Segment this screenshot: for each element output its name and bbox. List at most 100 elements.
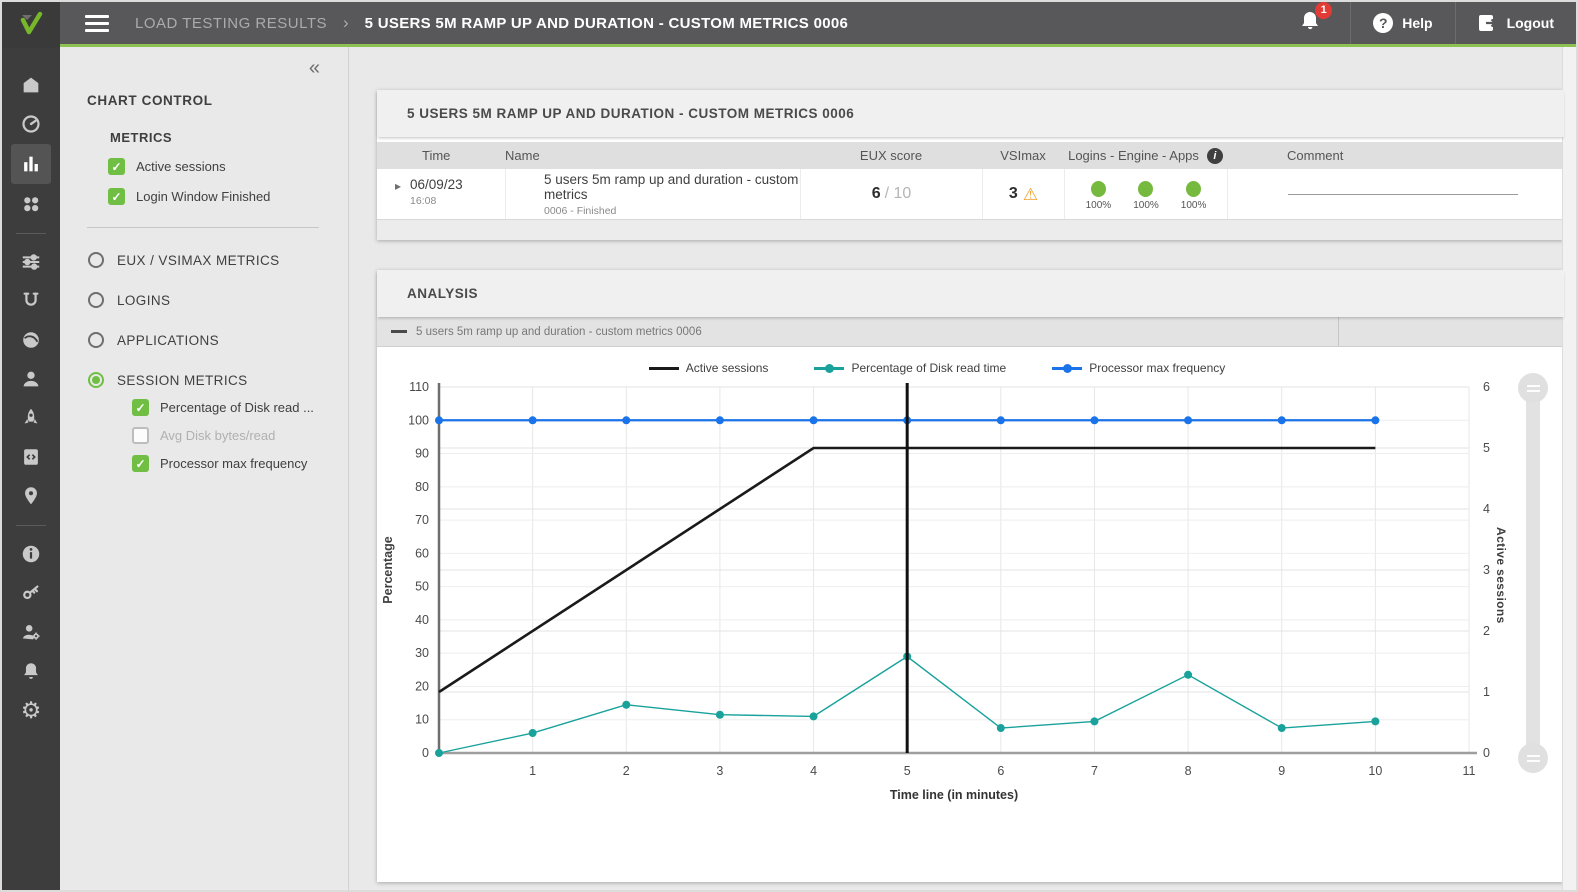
slider-handle-bottom[interactable] [1518, 743, 1548, 773]
status-dot-apps [1186, 181, 1201, 197]
breadcrumb[interactable]: LOAD TESTING RESULTS [135, 15, 327, 32]
svg-text:6: 6 [997, 764, 1004, 778]
legend-swatch-icon [649, 367, 679, 370]
globe-icon[interactable] [11, 321, 51, 359]
radio-label: APPLICATIONS [117, 333, 219, 348]
apps-icon[interactable] [11, 185, 51, 223]
svg-text:8: 8 [1185, 764, 1192, 778]
radio-icon[interactable] [88, 252, 104, 268]
rocket-icon[interactable] [11, 399, 51, 437]
legend-item[interactable]: Percentage of Disk read time [814, 361, 1006, 375]
svg-text:40: 40 [415, 613, 429, 627]
collapse-panel-icon[interactable]: « [309, 57, 320, 80]
bar-chart-icon[interactable] [11, 144, 51, 184]
slider-handle-top[interactable] [1518, 373, 1548, 403]
dashboard-gauge-icon[interactable] [11, 105, 51, 143]
series-tab[interactable]: 5 users 5m ramp up and duration - custom… [377, 317, 1339, 346]
apps-status: 100% [1181, 177, 1207, 211]
chart-area: Active sessions Percentage of Disk read t… [377, 347, 1564, 881]
svg-text:100: 100 [408, 413, 429, 427]
status-dot-logins [1091, 181, 1106, 197]
info-icon[interactable] [11, 535, 51, 573]
location-pin-icon[interactable] [11, 477, 51, 515]
svg-text:5: 5 [1483, 441, 1490, 455]
notifications-bell-icon[interactable]: 1 [1298, 9, 1322, 38]
column-header-eux-score[interactable]: EUX score [800, 148, 982, 163]
chart-legend: Active sessions Percentage of Disk read t… [377, 347, 1497, 375]
legend-item[interactable]: Processor max frequency [1052, 361, 1225, 375]
svg-text:10: 10 [415, 713, 429, 727]
panel-divider [87, 227, 319, 228]
main-content: 5 USERS 5M RAMP UP AND DURATION - CUSTOM… [349, 47, 1562, 890]
radio-icon[interactable] [88, 292, 104, 308]
session-metric-checkbox[interactable]: ✓Percentage of Disk read ... [132, 399, 348, 416]
notification-badge: 1 [1315, 2, 1332, 19]
checkbox-icon[interactable]: ✓ [108, 158, 125, 175]
row-date: 06/09/23 [410, 177, 463, 192]
column-header-logins-engine-apps[interactable]: Logins - Engine - Apps i [1064, 148, 1227, 164]
session-metric-checkbox[interactable]: Avg Disk bytes/read [132, 427, 348, 444]
column-header-time[interactable]: Time [377, 148, 505, 163]
row-test-name: 5 users 5m ramp up and duration - custom… [544, 172, 800, 202]
column-header-name[interactable]: Name [505, 148, 800, 163]
svg-text:9: 9 [1278, 764, 1285, 778]
logout-button[interactable]: Logout [1456, 2, 1576, 44]
expand-row-icon[interactable]: ▸ [395, 179, 401, 219]
radio-label: LOGINS [117, 293, 170, 308]
metric-checkbox[interactable]: ✓Login Window Finished [108, 188, 348, 205]
svg-text:6: 6 [1483, 380, 1490, 394]
accent-line [60, 44, 1576, 47]
metric-group-radio[interactable]: LOGINS [88, 292, 348, 308]
help-icon: ? [1373, 13, 1393, 33]
legend-dot-icon [1063, 364, 1072, 373]
page-scrollbar[interactable] [1562, 47, 1576, 890]
session-metric-checkbox[interactable]: ✓Processor max frequency [132, 455, 348, 472]
comment-input[interactable] [1288, 194, 1518, 195]
app-logo[interactable] [2, 2, 60, 48]
info-icon[interactable]: i [1207, 148, 1223, 164]
logout-label: Logout [1507, 15, 1554, 31]
checkbox-icon[interactable]: ✓ [132, 399, 149, 416]
help-button[interactable]: ? Help [1351, 2, 1454, 44]
rail-divider [16, 525, 46, 526]
page-title: 5 USERS 5M RAMP UP AND DURATION - CUSTOM… [365, 15, 848, 32]
settings-gear-icon[interactable]: ⚙ [11, 691, 51, 729]
menu-icon[interactable] [85, 15, 109, 32]
column-header-comment[interactable]: Comment [1227, 148, 1564, 163]
radio-label: EUX / VSIMAX METRICS [117, 253, 280, 268]
radio-icon[interactable] [88, 372, 104, 388]
user-settings-icon[interactable] [11, 613, 51, 651]
checkbox-icon[interactable]: ✓ [132, 455, 149, 472]
checkbox-icon[interactable] [132, 427, 149, 444]
svg-text:10: 10 [1368, 764, 1382, 778]
slider-track[interactable] [1526, 383, 1540, 763]
svg-text:110: 110 [409, 380, 429, 394]
series-swatch-icon [391, 330, 407, 333]
svg-text:4: 4 [810, 764, 817, 778]
key-icon[interactable] [11, 574, 51, 612]
series-tab-label: 5 users 5m ramp up and duration - custom… [416, 326, 702, 338]
flow-pipe-icon[interactable] [11, 282, 51, 320]
tune-sliders-icon[interactable] [11, 243, 51, 281]
eux-score-max: / 10 [885, 185, 912, 203]
home-icon[interactable] [11, 66, 51, 104]
table-row[interactable]: ▸ 06/09/23 16:08 5 users 5m ramp up and … [377, 169, 1564, 219]
notifications-icon[interactable] [11, 652, 51, 690]
metric-group-radio[interactable]: SESSION METRICS [88, 372, 348, 388]
metric-checkbox[interactable]: ✓Active sessions [108, 158, 348, 175]
legend-item[interactable]: Active sessions [649, 361, 769, 375]
user-icon[interactable] [11, 360, 51, 398]
checkbox-icon[interactable]: ✓ [108, 188, 125, 205]
metric-group-radio[interactable]: APPLICATIONS [88, 332, 348, 348]
column-header-vsimax[interactable]: VSImax [982, 148, 1064, 163]
metric-group-radio-list: EUX / VSIMAX METRICS LOGINS APPLICATIONS SE… [60, 252, 348, 472]
metric-group-radio[interactable]: EUX / VSIMAX METRICS [88, 252, 348, 268]
code-file-icon[interactable] [11, 438, 51, 476]
row-time: 16:08 [410, 195, 463, 207]
results-panel: 5 USERS 5M RAMP UP AND DURATION - CUSTOM… [377, 90, 1564, 240]
line-chart[interactable]: 0102030405060708090100110012345612345678… [377, 375, 1497, 823]
svg-text:1: 1 [1483, 685, 1490, 699]
logout-icon [1478, 13, 1498, 33]
legend-label: Processor max frequency [1089, 361, 1225, 375]
radio-icon[interactable] [88, 332, 104, 348]
